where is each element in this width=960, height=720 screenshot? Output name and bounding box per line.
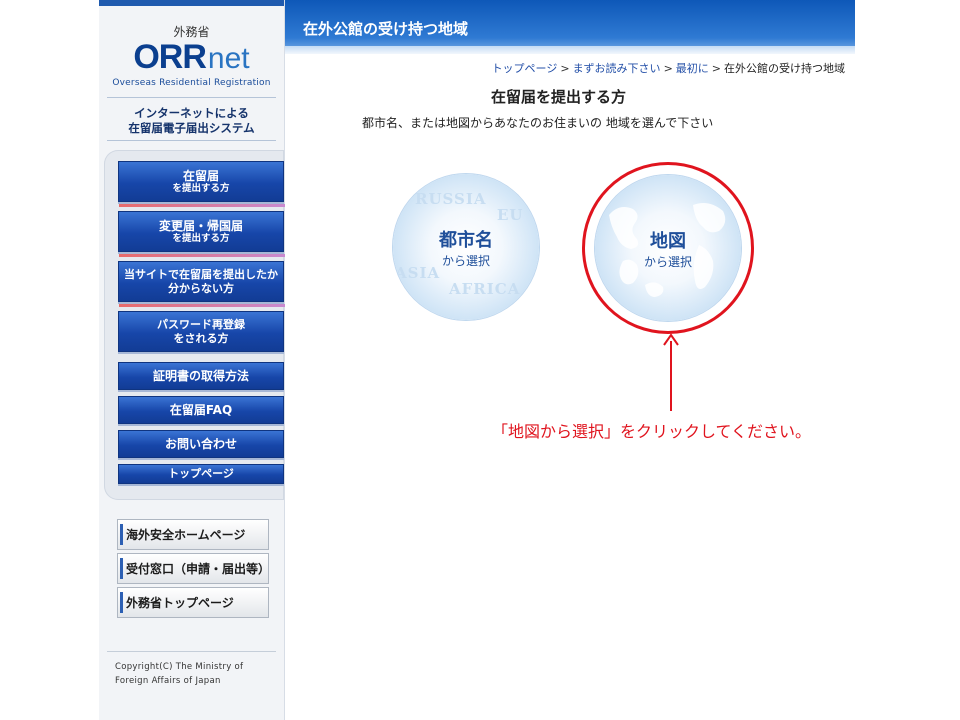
divider (107, 97, 276, 98)
nav-label: 在留届 (182, 168, 219, 183)
nav-change-return-button[interactable]: 変更届・帰国届 を提出する方 (118, 211, 285, 257)
breadcrumb-separator: > (711, 62, 721, 75)
logo-net-text: net (207, 42, 250, 75)
main-content: 在外公館の受け持つ地域 トップページ > まずお読み下さい > 最初に > 在外公館の受け持… (285, 0, 855, 720)
breadcrumb-read-first-link[interactable]: まずお読み下さい (573, 62, 661, 75)
arrow-up-icon (663, 333, 679, 411)
nav-sublabel: を提出する方 (172, 182, 230, 194)
nav-panel: 在留届 を提出する方 変更届・帰国届 を提出する方 当サイトで在留届を提出したか… (104, 150, 285, 500)
globe-bg-word: AFRICA (449, 280, 521, 298)
instruction-text: 都市名、または地図からあなたのお住まいの 地域を選んで下さい (362, 116, 714, 130)
nav-stripe (119, 204, 285, 207)
page-title: 在外公館の受け持つ地域 (303, 20, 469, 38)
mofa-top-link[interactable]: 外務省トップページ (117, 587, 269, 618)
breadcrumb-separator: > (560, 62, 570, 75)
globe-bg-word: EU (497, 206, 524, 224)
nav-sublabel: をされる方 (173, 331, 229, 345)
copyright-line2: Foreign Affairs of Japan (115, 676, 221, 686)
logo-orr-text: ORR (133, 38, 207, 76)
breadcrumb-top-link[interactable]: トップページ (492, 62, 558, 75)
divider (107, 140, 276, 141)
nav-top-page-button[interactable]: トップページ (118, 464, 284, 484)
nav-sublabel: を提出する方 (172, 232, 230, 244)
ext-link-label: 海外安全ホームページ (126, 528, 246, 542)
sidebar: 外務省 ORRnet Overseas Residential Registra… (99, 0, 285, 720)
nav-label: 在留届FAQ (169, 403, 233, 417)
section-title: 在留届を提出する方 (491, 88, 627, 106)
click-map-instruction: 「地図から選択」をクリックしてください。 (492, 422, 812, 441)
overseas-safety-link[interactable]: 海外安全ホームページ (117, 519, 269, 550)
sidebar-top-bar (99, 0, 284, 6)
system-name-line2: 在留届電子届出システム (128, 121, 255, 135)
system-name-line1: インターネットによる (134, 106, 249, 120)
nav-contact-button[interactable]: お問い合わせ (118, 430, 284, 458)
ext-link-label: 受付窓口（申請・届出等） (126, 562, 271, 576)
orrnet-logo[interactable]: ORRnet (99, 40, 284, 74)
page-frame: 外務省 ORRnet Overseas Residential Registra… (99, 0, 855, 720)
copyright: Copyright(C) The Ministry of Foreign Aff… (115, 660, 275, 688)
breadcrumb: トップページ > まずお読み下さい > 最初に > 在外公館の受け持つ地域 (285, 60, 845, 76)
breadcrumb-current: 在外公館の受け持つ地域 (724, 62, 845, 75)
nav-label: 当サイトで在留届を提出したか (124, 267, 278, 281)
globe-bg-word: RUSSIA (415, 190, 487, 208)
nav-label: パスワード再登録 (157, 317, 245, 331)
nav-label: 変更届・帰国届 (158, 218, 243, 233)
nav-stripe (119, 254, 285, 257)
nav-stripe (119, 304, 285, 307)
nav-submit-registration-button[interactable]: 在留届 を提出する方 (118, 161, 285, 207)
system-name: インターネットによる 在留届電子届出システム (99, 106, 284, 136)
highlight-circle (582, 162, 754, 334)
copyright-line1: Copyright(C) The Ministry of (115, 662, 244, 672)
nav-label: お問い合わせ (164, 437, 237, 451)
breadcrumb-first-link[interactable]: 最初に (676, 62, 709, 75)
nav-faq-button[interactable]: 在留届FAQ (118, 396, 284, 424)
header-bar: 在外公館の受け持つ地域 (285, 0, 855, 54)
nav-certificate-button[interactable]: 証明書の取得方法 (118, 362, 284, 390)
logo-subtitle: Overseas Residential Registration (112, 78, 271, 88)
nav-password-reset-button[interactable]: パスワード再登録 をされる方 (118, 311, 284, 352)
divider (107, 651, 276, 652)
ext-link-label: 外務省トップページ (126, 596, 234, 610)
select-by-city-button[interactable]: RUSSIA EU ASIA AFRICA 都市名 から選択 (393, 174, 539, 320)
nav-unsure-submitted-button[interactable]: 当サイトで在留届を提出したか 分からない方 (118, 261, 285, 307)
nav-label: トップページ (168, 467, 234, 480)
city-option-sublabel: から選択 (441, 254, 490, 268)
breadcrumb-separator: > (663, 62, 673, 75)
reception-window-link[interactable]: 受付窓口（申請・届出等） (117, 553, 271, 584)
city-option-label: 都市名 (439, 230, 493, 251)
nav-label: 証明書の取得方法 (152, 369, 249, 383)
nav-sublabel: 分からない方 (168, 281, 234, 295)
